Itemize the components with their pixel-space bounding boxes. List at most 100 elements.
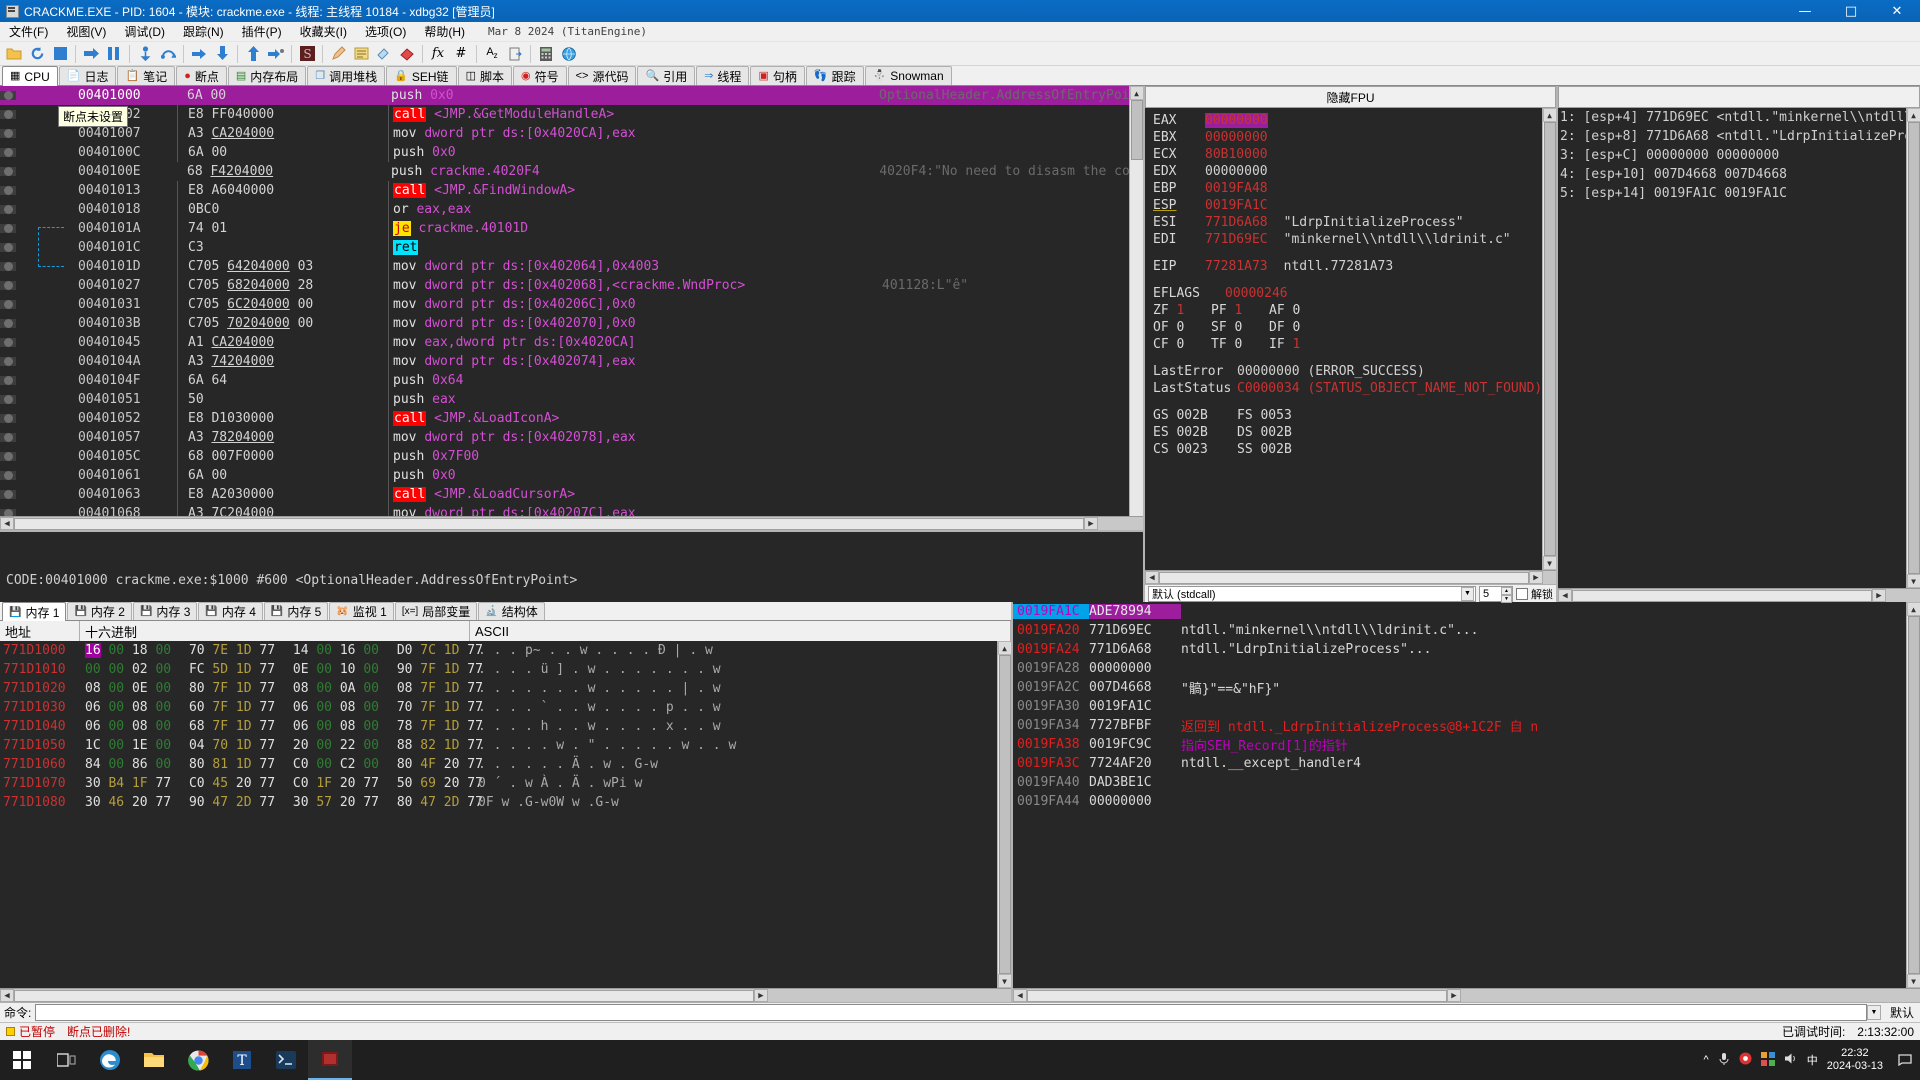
scroll-up-icon[interactable]: ▲ — [1906, 602, 1920, 616]
patches-icon[interactable] — [327, 43, 349, 64]
disassembly-row[interactable]: 0040104F 6A 64 push 0x64 — [0, 371, 1129, 390]
breakpoint-gutter[interactable] — [0, 186, 16, 195]
segment-ss[interactable]: SS 002B — [1237, 442, 1321, 457]
register-value[interactable]: 77281A73 — [1205, 259, 1268, 274]
segment-row-1[interactable]: ES 002B DS 002B — [1153, 424, 1542, 441]
flag-sf[interactable]: SF 0 — [1211, 320, 1269, 335]
tray-apps-icon[interactable] — [1760, 1051, 1775, 1069]
stack-row[interactable]: 0019FA44 00000000 — [1013, 792, 1906, 811]
scroll-up-icon[interactable]: ▲ — [997, 641, 1012, 655]
flag-of[interactable]: OF 0 — [1153, 320, 1211, 335]
calling-convention-select[interactable]: 默认 (stdcall) ▼ — [1148, 585, 1476, 602]
xdbg-icon[interactable] — [308, 1040, 352, 1080]
scroll-thumb[interactable] — [998, 655, 1011, 974]
scroll-left-icon[interactable]: ◀ — [1558, 589, 1572, 602]
arguments-vscrollbar[interactable]: ▲ ▼ — [1906, 108, 1920, 588]
menu-item-view[interactable]: 视图(V) — [57, 21, 115, 42]
register-row-eax[interactable]: EAX 00000000 — [1153, 112, 1542, 129]
tab-call-stack[interactable]: ❐ 调用堆栈 — [307, 66, 386, 85]
breakpoint-gutter[interactable] — [0, 281, 16, 290]
dump-row[interactable]: 771D1050 1C 00 1E 00 04 70 1D 77 20 00 22… — [0, 736, 997, 755]
disassembly-row[interactable]: 0040101C C3 ret — [0, 238, 1129, 257]
stack-row[interactable]: 0019FA3C 7724AF20 ntdll.__except_handler4 — [1013, 754, 1906, 773]
breakpoint-gutter[interactable] — [0, 91, 16, 100]
breakpoint-gutter[interactable] — [0, 205, 16, 214]
scroll-right-icon[interactable]: ▶ — [754, 989, 768, 1002]
argument-row[interactable]: 1: [esp+4] 771D69EC <ntdll."minkernel\\n… — [1560, 110, 1906, 129]
hash-icon[interactable]: # — [450, 43, 472, 64]
scroll-left-icon[interactable]: ◀ — [0, 989, 14, 1002]
disassembly-row[interactable]: 0040104A A3 74204000 mov dword ptr ds:[0x4… — [0, 352, 1129, 371]
tray-volume-icon[interactable] — [1784, 1052, 1798, 1068]
hscroll-thumb[interactable] — [1159, 571, 1529, 584]
last-error-row[interactable]: LastError 00000000 (ERROR_SUCCESS) — [1153, 363, 1542, 380]
registers-vscrollbar[interactable]: ▲ ▼ — [1542, 108, 1557, 570]
menu-item-help[interactable]: 帮助(H) — [415, 21, 474, 42]
scroll-thumb[interactable] — [1907, 616, 1920, 974]
dump-tab-2[interactable]: 💾 内存 2 — [67, 602, 132, 620]
register-value[interactable]: 00000000 — [1205, 130, 1268, 145]
tab-references[interactable]: 🔍 引用 — [637, 66, 696, 85]
breakpoint-gutter[interactable] — [0, 243, 16, 252]
dump-row[interactable]: 771D1000 16 00 18 00 70 7E 1D 77 14 00 16… — [0, 641, 997, 660]
dump-tab-8[interactable]: 🔬 结构体 — [478, 602, 545, 620]
scroll-left-icon[interactable]: ◀ — [1145, 571, 1159, 584]
command-input[interactable] — [35, 1004, 1867, 1021]
tab-script[interactable]: ◫ 脚本 — [457, 66, 512, 85]
segment-gs[interactable]: GS 002B — [1153, 408, 1237, 423]
stack-row[interactable]: 0019FA24 771D6A68 ntdll."LdrpInitializePro… — [1013, 640, 1906, 659]
calculator-icon[interactable] — [535, 43, 557, 64]
disassembly-row[interactable]: 00401051 50 push eax — [0, 390, 1129, 409]
chevron-down-icon[interactable]: ▼ — [1866, 1005, 1881, 1020]
copy-to-clipboard-icon[interactable] — [504, 43, 526, 64]
scroll-right-icon[interactable]: ▶ — [1084, 517, 1098, 530]
run-icon[interactable] — [80, 43, 102, 64]
tray-chevron-up-icon[interactable]: ^ — [1704, 1054, 1709, 1066]
execute-till-return-icon[interactable] — [242, 43, 264, 64]
disassembly-row[interactable]: 00401000 6A 00 push 0x0 OptionalHeader.Addr… — [0, 86, 1129, 105]
segment-row-2[interactable]: CS 0023 SS 002B — [1153, 441, 1542, 458]
scroll-thumb[interactable] — [1543, 122, 1556, 556]
register-row-ebp[interactable]: EBP 0019FA48 — [1153, 180, 1542, 197]
pause-icon[interactable] — [103, 43, 125, 64]
tray-microphone-icon[interactable] — [1718, 1052, 1730, 1069]
tab-handles[interactable]: ▣ 句柄 — [750, 66, 805, 85]
stack-row[interactable]: 0019FA40 DAD3BE1C — [1013, 773, 1906, 792]
tab-memory-map[interactable]: ▤ 内存布局 — [227, 66, 307, 85]
hscroll-thumb[interactable] — [14, 517, 1084, 530]
register-row-esi[interactable]: ESI 771D6A68 "LdrpInitializeProcess" — [1153, 214, 1542, 231]
segment-fs[interactable]: FS 0053 — [1237, 408, 1321, 423]
flag-cf[interactable]: CF 0 — [1153, 337, 1211, 352]
register-value[interactable]: 0019FA1C — [1205, 198, 1268, 213]
breakpoint-gutter[interactable] — [0, 300, 16, 309]
stack-hscrollbar[interactable]: ◀ ▶ — [1013, 988, 1920, 1002]
flag-df[interactable]: DF 0 — [1269, 320, 1327, 335]
edge-icon[interactable] — [88, 1040, 132, 1080]
chrome-icon[interactable] — [176, 1040, 220, 1080]
tab-source[interactable]: <> 源代码 — [567, 66, 637, 85]
dump-tab-4[interactable]: 💾 内存 4 — [198, 602, 263, 620]
register-value[interactable]: 771D6A68 — [1205, 215, 1268, 230]
breakpoint-gutter[interactable] — [0, 224, 16, 233]
restart-icon[interactable] — [26, 43, 48, 64]
scroll-thumb[interactable] — [1130, 100, 1143, 160]
menu-item-favourites[interactable]: 收藏夹(I) — [291, 21, 356, 42]
tab-trace[interactable]: 👣 跟踪 — [805, 66, 864, 85]
disassembly-row[interactable]: 0040100C 6A 00 push 0x0 — [0, 143, 1129, 162]
register-row-ebx[interactable]: EBX 00000000 — [1153, 129, 1542, 146]
dump-tab-1[interactable]: 💾 内存 1 — [2, 602, 67, 621]
scroll-down-icon[interactable]: ▼ — [1542, 556, 1557, 570]
text-editor-icon[interactable]: T — [220, 1040, 264, 1080]
terminal-icon[interactable] — [264, 1040, 308, 1080]
breakpoint-gutter[interactable] — [0, 433, 16, 442]
run-to-user-code-icon[interactable] — [265, 43, 287, 64]
disassembly-list[interactable]: 00401000 6A 00 push 0x0 OptionalHeader.Addr… — [0, 86, 1129, 516]
scroll-down-icon[interactable]: ▼ — [997, 974, 1012, 988]
dump-col-ascii[interactable]: ASCII — [470, 621, 1011, 641]
dump-vscrollbar[interactable]: ▲ ▼ — [997, 641, 1012, 988]
step-into-icon[interactable] — [134, 43, 156, 64]
disassembly-row[interactable]: 00401018 0BC0 or eax,eax — [0, 200, 1129, 219]
disassembly-row[interactable]: 00401031 C705 6C204000 00 mov dword ptr ds… — [0, 295, 1129, 314]
register-value[interactable]: 0019FA48 — [1205, 181, 1268, 196]
register-value[interactable]: 00000000 — [1205, 113, 1268, 128]
